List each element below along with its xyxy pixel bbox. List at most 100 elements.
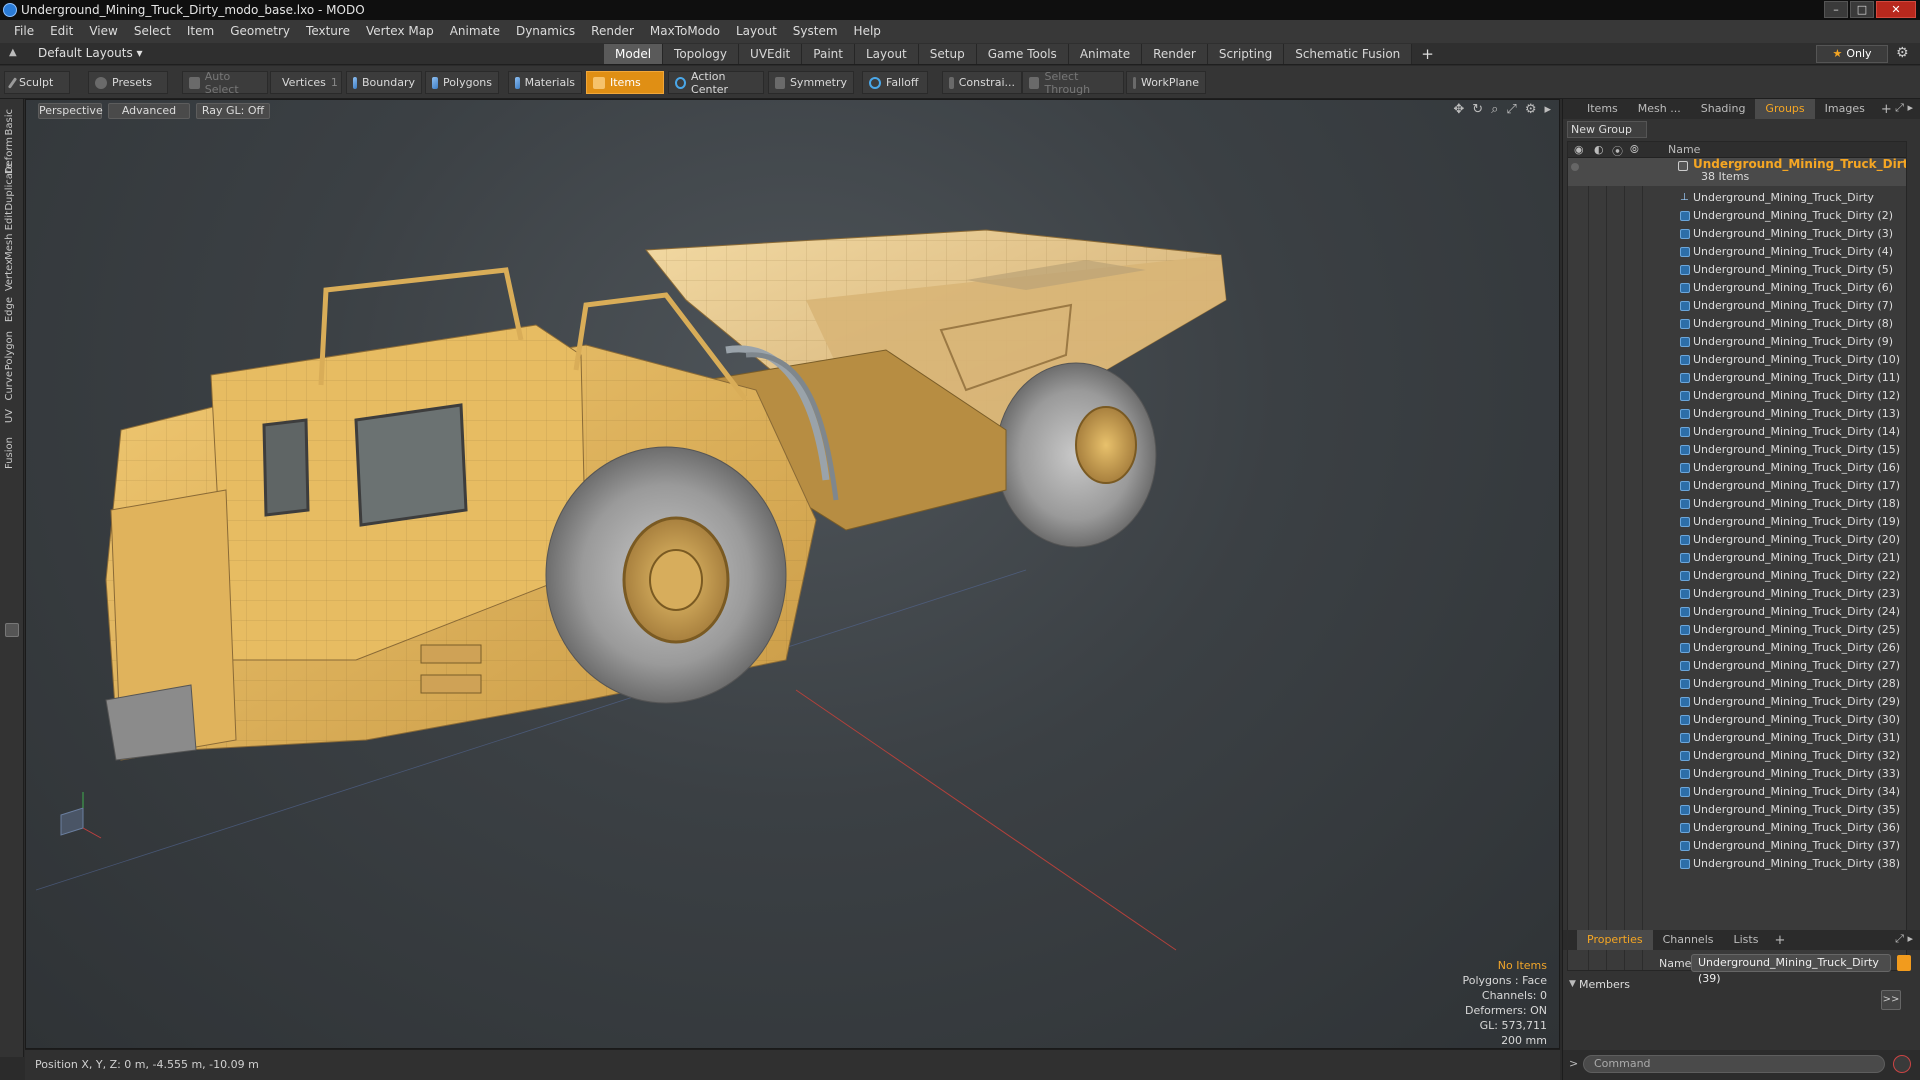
left-tab-curve[interactable]: Curve bbox=[4, 371, 15, 401]
workplane-button[interactable]: WorkPlane bbox=[1126, 71, 1206, 94]
layout-preset-dropdown[interactable]: Default Layouts ▾ bbox=[38, 46, 143, 60]
tab-topology[interactable]: Topology bbox=[663, 44, 740, 64]
symmetry-button[interactable]: Symmetry bbox=[768, 71, 854, 94]
menu-file[interactable]: File bbox=[6, 20, 42, 43]
list-item[interactable]: Underground_Mining_Truck_Dirty (10) bbox=[1568, 351, 1906, 369]
add-tab-button[interactable]: + bbox=[1412, 44, 1443, 64]
members-expand-icon[interactable]: ▼ bbox=[1569, 979, 1576, 989]
menu-item[interactable]: Item bbox=[179, 20, 222, 43]
list-item[interactable]: Underground_Mining_Truck_Dirty (23) bbox=[1568, 585, 1906, 603]
list-item[interactable]: Underground_Mining_Truck_Dirty (32) bbox=[1568, 747, 1906, 765]
polygons-button[interactable]: Polygons bbox=[425, 71, 499, 94]
menu-layout[interactable]: Layout bbox=[728, 20, 785, 43]
materials-button[interactable]: Materials bbox=[508, 71, 582, 94]
tab-animate[interactable]: Animate bbox=[1068, 44, 1143, 64]
list-item[interactable]: Underground_Mining_Truck_Dirty (19) bbox=[1568, 513, 1906, 531]
viewport-gear-icon[interactable]: ⚙ bbox=[1525, 102, 1537, 117]
tab-items[interactable]: Items bbox=[1577, 99, 1628, 119]
list-item[interactable]: Underground_Mining_Truck_Dirty (15) bbox=[1568, 441, 1906, 459]
list-item[interactable]: Underground_Mining_Truck_Dirty (33) bbox=[1568, 765, 1906, 783]
tab-groups[interactable]: Groups bbox=[1755, 99, 1815, 119]
menu-vertex-map[interactable]: Vertex Map bbox=[358, 20, 442, 43]
zoom-view-icon[interactable]: ⌕ bbox=[1491, 102, 1498, 117]
new-group-button[interactable]: New Group bbox=[1567, 121, 1647, 138]
list-item[interactable]: Underground_Mining_Truck_Dirty (28) bbox=[1568, 675, 1906, 693]
list-item[interactable]: Underground_Mining_Truck_Dirty (11) bbox=[1568, 369, 1906, 387]
list-item[interactable]: Underground_Mining_Truck_Dirty (6) bbox=[1568, 279, 1906, 297]
panel-options-icon[interactable]: ⤢ ▸ bbox=[1895, 101, 1913, 115]
tab-lists[interactable]: Lists bbox=[1724, 930, 1769, 950]
presets-button[interactable]: Presets bbox=[88, 71, 168, 94]
tab-properties[interactable]: Properties bbox=[1577, 930, 1653, 950]
tab-paint[interactable]: Paint bbox=[802, 44, 855, 64]
left-tab-polygon[interactable]: Polygon bbox=[4, 331, 15, 370]
menu-geometry[interactable]: Geometry bbox=[222, 20, 298, 43]
name-field[interactable]: Underground_Mining_Truck_Dirty (39) bbox=[1691, 954, 1891, 985]
list-item[interactable]: Underground_Mining_Truck_Dirty (34) bbox=[1568, 783, 1906, 801]
list-item[interactable]: Underground_Mining_Truck_Dirty (17) bbox=[1568, 477, 1906, 495]
list-item[interactable]: Underground_Mining_Truck_Dirty (13) bbox=[1568, 405, 1906, 423]
gear-icon[interactable]: ⚙ bbox=[1896, 45, 1909, 61]
tab-model[interactable]: Model bbox=[604, 44, 664, 64]
layout-toggle-icon[interactable]: ▲ bbox=[9, 47, 17, 58]
visibility-toggle[interactable] bbox=[1571, 163, 1579, 171]
list-item[interactable]: ⊥ Underground_Mining_Truck_Dirty bbox=[1568, 189, 1906, 207]
shading-button[interactable]: Advanced bbox=[108, 103, 190, 119]
menu-select[interactable]: Select bbox=[126, 20, 179, 43]
view-mode-button[interactable]: Perspective bbox=[38, 103, 103, 119]
menu-edit[interactable]: Edit bbox=[42, 20, 81, 43]
left-tab-uv[interactable]: UV bbox=[4, 409, 15, 423]
list-item[interactable]: Underground_Mining_Truck_Dirty (5) bbox=[1568, 261, 1906, 279]
list-item[interactable]: Underground_Mining_Truck_Dirty (8) bbox=[1568, 315, 1906, 333]
tab-render[interactable]: Render bbox=[1142, 44, 1208, 64]
list-item[interactable]: Underground_Mining_Truck_Dirty (26) bbox=[1568, 639, 1906, 657]
forward-button[interactable]: >> bbox=[1881, 990, 1901, 1010]
list-item[interactable]: Underground_Mining_Truck_Dirty (38) bbox=[1568, 855, 1906, 873]
menu-help[interactable]: Help bbox=[846, 20, 889, 43]
3d-viewport[interactable]: Perspective Advanced Ray GL: Off ✥ ↻ ⌕ ⤢… bbox=[25, 99, 1560, 1049]
list-item[interactable]: Underground_Mining_Truck_Dirty (37) bbox=[1568, 837, 1906, 855]
list-item[interactable]: Underground_Mining_Truck_Dirty (7) bbox=[1568, 297, 1906, 315]
list-item[interactable]: Underground_Mining_Truck_Dirty (35) bbox=[1568, 801, 1906, 819]
left-tab-vertex[interactable]: Vertex bbox=[4, 259, 15, 291]
select-through-button[interactable]: Select Through bbox=[1022, 70, 1124, 96]
menu-animate[interactable]: Animate bbox=[442, 20, 508, 43]
close-button[interactable]: ✕ bbox=[1876, 1, 1916, 18]
menu-maxtomodo[interactable]: MaxToModo bbox=[642, 20, 728, 43]
boundary-button[interactable]: Boundary bbox=[346, 71, 422, 94]
items-button[interactable]: Items bbox=[586, 71, 664, 94]
constraints-button[interactable]: Constrai... bbox=[942, 71, 1022, 94]
move-view-icon[interactable]: ✥ bbox=[1453, 102, 1464, 117]
menu-system[interactable]: System bbox=[785, 20, 846, 43]
vertices-button[interactable]: Vertices 1 bbox=[270, 71, 342, 94]
list-item[interactable]: Underground_Mining_Truck_Dirty (2) bbox=[1568, 207, 1906, 225]
viewport-menu-icon[interactable]: ▸ bbox=[1544, 102, 1551, 117]
tab-mesh[interactable]: Mesh ... bbox=[1628, 99, 1691, 119]
list-item[interactable]: Underground_Mining_Truck_Dirty (22) bbox=[1568, 567, 1906, 585]
list-item[interactable]: Underground_Mining_Truck_Dirty (3) bbox=[1568, 225, 1906, 243]
left-tab-edge[interactable]: Edge bbox=[4, 297, 15, 322]
tab-schematic-fusion[interactable]: Schematic Fusion bbox=[1284, 44, 1413, 64]
tab-channels[interactable]: Channels bbox=[1653, 930, 1724, 950]
tab-setup[interactable]: Setup bbox=[918, 44, 977, 64]
tab-scripting[interactable]: Scripting bbox=[1207, 44, 1285, 64]
add-panel-tab-icon[interactable]: + bbox=[1768, 933, 1791, 948]
list-item[interactable]: Underground_Mining_Truck_Dirty (27) bbox=[1568, 657, 1906, 675]
list-item[interactable]: Underground_Mining_Truck_Dirty (9) bbox=[1568, 333, 1906, 351]
list-item[interactable]: Underground_Mining_Truck_Dirty (36) bbox=[1568, 819, 1906, 837]
falloff-button[interactable]: Falloff bbox=[862, 71, 928, 94]
menu-render[interactable]: Render bbox=[583, 20, 642, 43]
toggle-panel-button[interactable] bbox=[5, 623, 19, 637]
list-item[interactable]: Underground_Mining_Truck_Dirty (24) bbox=[1568, 603, 1906, 621]
list-item[interactable]: Underground_Mining_Truck_Dirty (16) bbox=[1568, 459, 1906, 477]
list-item[interactable]: Underground_Mining_Truck_Dirty (31) bbox=[1568, 729, 1906, 747]
tab-uvedit[interactable]: UVEdit bbox=[739, 44, 803, 64]
list-item[interactable]: Underground_Mining_Truck_Dirty (30) bbox=[1568, 711, 1906, 729]
left-tab-duplicate[interactable]: Duplicate bbox=[4, 163, 15, 211]
raygl-button[interactable]: Ray GL: Off bbox=[196, 103, 270, 119]
menu-texture[interactable]: Texture bbox=[298, 20, 358, 43]
list-item[interactable]: Underground_Mining_Truck_Dirty (12) bbox=[1568, 387, 1906, 405]
only-button[interactable]: ★ Only bbox=[1816, 45, 1888, 63]
left-tab-mesh-edit[interactable]: Mesh Edit bbox=[4, 211, 15, 260]
rotate-view-icon[interactable]: ↻ bbox=[1472, 102, 1483, 117]
